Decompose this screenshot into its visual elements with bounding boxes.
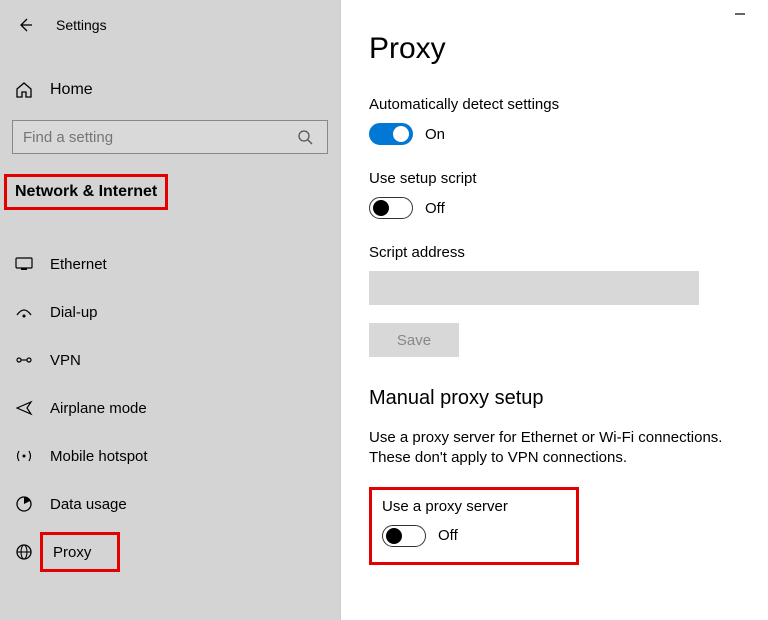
- toggle-state: Off: [438, 527, 458, 544]
- sidebar-item-datausage[interactable]: Data usage: [0, 480, 340, 528]
- page-title: Proxy: [369, 32, 768, 66]
- main-panel: Proxy Automatically detect settings On U…: [340, 0, 768, 620]
- use-proxy-label: Use a proxy server: [382, 498, 566, 515]
- manual-section-title: Manual proxy setup: [369, 387, 768, 410]
- script-address-label: Script address: [369, 244, 768, 261]
- datausage-icon: [14, 494, 34, 514]
- manual-description: Use a proxy server for Ethernet or Wi-Fi…: [369, 428, 749, 469]
- sidebar-header: Settings: [0, 0, 340, 50]
- search-icon: [297, 129, 327, 145]
- sidebar-item-label: Ethernet: [50, 256, 107, 273]
- sidebar-item-dialup[interactable]: Dial-up: [0, 288, 340, 336]
- save-button[interactable]: Save: [369, 323, 459, 357]
- sidebar-item-label: Data usage: [50, 496, 127, 513]
- back-arrow-icon[interactable]: [14, 14, 36, 36]
- sidebar-item-airplane[interactable]: Airplane mode: [0, 384, 340, 432]
- proxy-icon: [14, 542, 34, 562]
- use-proxy-toggle[interactable]: Off: [382, 525, 458, 547]
- setup-script-toggle[interactable]: Off: [369, 197, 445, 219]
- home-icon: [14, 80, 34, 100]
- vpn-icon: [14, 350, 34, 370]
- auto-detect-row: Automatically detect settings On: [369, 96, 768, 150]
- dialup-icon: [14, 302, 34, 322]
- sidebar-item-label: VPN: [50, 352, 81, 369]
- hotspot-icon: [14, 446, 34, 466]
- sidebar: Settings Home Network & Internet Etherne…: [0, 0, 340, 620]
- toggle-state: Off: [425, 200, 445, 217]
- sidebar-item-vpn[interactable]: VPN: [0, 336, 340, 384]
- sidebar-item-label: Proxy: [53, 544, 91, 561]
- toggle-state: On: [425, 126, 445, 143]
- window-minimize-icon[interactable]: [734, 8, 746, 20]
- settings-title: Settings: [56, 17, 107, 33]
- search-input[interactable]: [13, 129, 297, 146]
- sidebar-nav: Ethernet Dial-up VPN Airplane mode Mobil: [0, 240, 340, 576]
- sidebar-item-label: Mobile hotspot: [50, 448, 148, 465]
- sidebar-item-proxy[interactable]: Proxy: [0, 528, 340, 576]
- setup-script-label: Use setup script: [369, 170, 768, 187]
- auto-detect-label: Automatically detect settings: [369, 96, 768, 113]
- sidebar-item-label: Dial-up: [50, 304, 98, 321]
- setup-script-row: Use setup script Off: [369, 170, 768, 224]
- sidebar-item-hotspot[interactable]: Mobile hotspot: [0, 432, 340, 480]
- search-box[interactable]: [12, 120, 328, 154]
- category-network-internet[interactable]: Network & Internet: [4, 174, 168, 210]
- use-proxy-highlight: Use a proxy server Off: [369, 487, 579, 565]
- script-address-row: Script address Save: [369, 244, 768, 357]
- sidebar-home[interactable]: Home: [0, 70, 340, 110]
- sidebar-item-label: Airplane mode: [50, 400, 147, 417]
- airplane-icon: [14, 398, 34, 418]
- home-label: Home: [50, 81, 93, 99]
- script-address-input[interactable]: [369, 271, 699, 305]
- sidebar-item-ethernet[interactable]: Ethernet: [0, 240, 340, 288]
- auto-detect-toggle[interactable]: On: [369, 123, 445, 145]
- ethernet-icon: [14, 254, 34, 274]
